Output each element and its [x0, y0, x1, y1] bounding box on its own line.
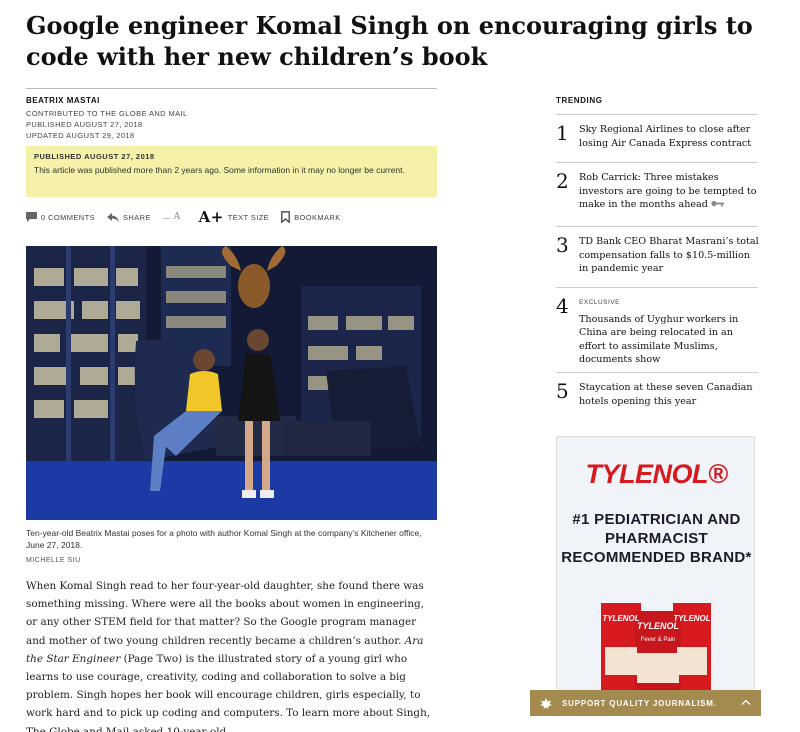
key-icon — [711, 200, 724, 207]
trending-item-2[interactable]: 2 Rob Carrick: Three mistakes investors … — [556, 162, 758, 226]
decrease-text-button[interactable]: — A — [163, 212, 187, 222]
trending-number: 3 — [556, 233, 569, 257]
product-boxes-image: TYLENOL TYLENOL Fever & Pain TYLENOL — [601, 603, 711, 693]
photo-credit: MICHELLE SIU — [26, 557, 81, 564]
body-text-part-1: When Komal Singh read to her four-year-o… — [26, 580, 424, 647]
trending-headline: Sky Regional Airlines to close after los… — [579, 124, 752, 149]
photo-caption: Ten-year-old Beatrix Mastai poses for a … — [26, 528, 422, 550]
box-subtitle-center: Fever & Pain — [641, 637, 676, 643]
small-a-glyph: A — [173, 212, 181, 222]
notice-body: This article was published more than 2 y… — [34, 165, 405, 175]
support-journalism-bar[interactable]: SUPPORT QUALITY JOURNALISM. — [530, 690, 761, 716]
notice-title: PUBLISHED AUGUST 27, 2018 — [34, 152, 155, 161]
article-photo — [26, 246, 437, 520]
exclusive-kicker: EXCLUSIVE — [579, 299, 620, 306]
published-date: PUBLISHED AUGUST 27, 2018 — [26, 120, 143, 129]
minus-icon: — — [162, 212, 171, 222]
trending-item-1[interactable]: 1 Sky Regional Airlines to close after l… — [556, 114, 758, 162]
trending-headline: Rob Carrick: Three mistakes investors ar… — [579, 171, 759, 212]
trending-number: 1 — [556, 121, 569, 145]
trending-item-4[interactable]: 4 EXCLUSIVE Thousands of Uyghur workers … — [556, 287, 758, 372]
article-headline: Google engineer Komal Singh on encouragi… — [26, 11, 753, 71]
comments-label: 0 COMMENTS — [41, 212, 96, 222]
leaf-icon — [540, 697, 552, 709]
share-label: SHARE — [123, 212, 151, 222]
updated-date: UPDATED AUGUST 29, 2018 — [26, 131, 135, 140]
tylenol-ad[interactable]: TYLENOL® #1 PEDIATRICIAN AND PHARMACIST … — [556, 436, 755, 694]
trending-headline: Thousands of Uyghur workers in China are… — [579, 313, 739, 366]
trending-item-5[interactable]: 5 Staycation at these seven Canadian hot… — [556, 372, 758, 418]
share-icon — [107, 212, 120, 222]
box-label-left: TYLENOL — [602, 614, 639, 623]
trending-headline-text: Rob Carrick: Three mistakes investors ar… — [579, 172, 757, 210]
ad-headline: #1 PEDIATRICIAN AND PHARMACIST RECOMMEND… — [561, 511, 752, 566]
trending-title: TRENDING — [556, 96, 603, 105]
box-label-right: TYLENOL — [673, 614, 710, 623]
bookmark-icon — [281, 211, 290, 223]
trending-number: 4 — [556, 294, 569, 318]
trending-number: 5 — [556, 379, 569, 403]
contributor-note: CONTRIBUTED TO THE GLOBE AND MAIL — [26, 109, 188, 118]
bookmark-label: BOOKMARK — [294, 212, 341, 222]
support-journalism-label: SUPPORT QUALITY JOURNALISM. — [562, 698, 717, 708]
trending-item-3[interactable]: 3 TD Bank CEO Bharat Masrani’s total com… — [556, 226, 759, 287]
trending-headline: TD Bank CEO Bharat Masrani’s total compe… — [579, 236, 759, 274]
comments-button[interactable]: 0 COMMENTS — [26, 212, 95, 222]
age-notice: PUBLISHED AUGUST 27, 2018 This article w… — [26, 146, 437, 197]
share-button[interactable]: SHARE — [107, 212, 151, 222]
trending-headline: Staycation at these seven Canadian hotel… — [579, 382, 753, 407]
byline-divider — [26, 88, 437, 89]
author-link[interactable]: BEATRIX MASTAI — [26, 96, 100, 105]
text-size-label: TEXT SIZE — [227, 212, 270, 222]
article-toolbar: 0 COMMENTS SHARE — A A+ TEXT SIZE BOOKMA… — [26, 206, 437, 228]
article-body: When Komal Singh read to her four-year-o… — [26, 577, 437, 732]
chevron-up-icon[interactable] — [741, 699, 751, 705]
trending-headline-block: EXCLUSIVE Thousands of Uyghur workers in… — [579, 296, 759, 367]
big-a-plus-glyph: A+ — [198, 208, 224, 226]
bookmark-button[interactable]: BOOKMARK — [281, 211, 341, 223]
trending-number: 2 — [556, 169, 569, 193]
comment-icon — [26, 212, 37, 222]
increase-text-button[interactable]: A+ TEXT SIZE — [199, 208, 269, 226]
ad-brand-logo: TYLENOL® — [585, 459, 728, 489]
